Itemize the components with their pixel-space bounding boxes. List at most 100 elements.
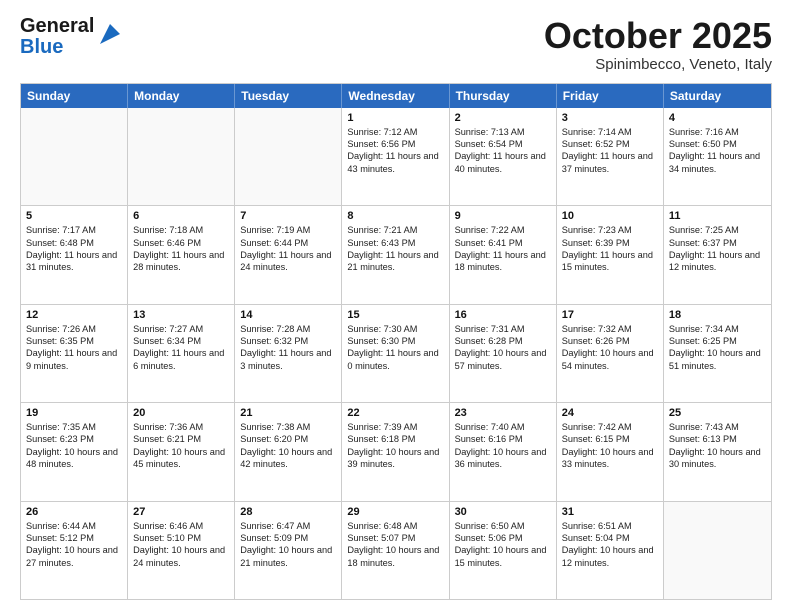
- sunset-text: Sunset: 6:30 PM: [347, 335, 443, 347]
- sunset-text: Sunset: 6:20 PM: [240, 433, 336, 445]
- day-cell-28: 28Sunrise: 6:47 AMSunset: 5:09 PMDayligh…: [235, 502, 342, 599]
- logo: General Blue: [20, 16, 124, 58]
- header-day-saturday: Saturday: [664, 84, 771, 108]
- sunrise-text: Sunrise: 7:38 AM: [240, 421, 336, 433]
- day-number: 31: [562, 506, 658, 518]
- daylight-text: Daylight: 11 hours and 6 minutes.: [133, 347, 229, 372]
- daylight-text: Daylight: 10 hours and 15 minutes.: [455, 544, 551, 569]
- month-title: October 2025: [544, 16, 772, 56]
- sunrise-text: Sunrise: 7:31 AM: [455, 323, 551, 335]
- day-cell-6: 6Sunrise: 7:18 AMSunset: 6:46 PMDaylight…: [128, 206, 235, 303]
- sunset-text: Sunset: 6:28 PM: [455, 335, 551, 347]
- sunset-text: Sunset: 5:07 PM: [347, 532, 443, 544]
- sunrise-text: Sunrise: 7:17 AM: [26, 224, 122, 236]
- sunset-text: Sunset: 6:48 PM: [26, 237, 122, 249]
- daylight-text: Daylight: 10 hours and 57 minutes.: [455, 347, 551, 372]
- day-cell-31: 31Sunrise: 6:51 AMSunset: 5:04 PMDayligh…: [557, 502, 664, 599]
- day-cell-30: 30Sunrise: 6:50 AMSunset: 5:06 PMDayligh…: [450, 502, 557, 599]
- sunset-text: Sunset: 5:12 PM: [26, 532, 122, 544]
- daylight-text: Daylight: 11 hours and 15 minutes.: [562, 249, 658, 274]
- day-number: 6: [133, 210, 229, 222]
- day-cell-18: 18Sunrise: 7:34 AMSunset: 6:25 PMDayligh…: [664, 305, 771, 402]
- day-cell-2: 2Sunrise: 7:13 AMSunset: 6:54 PMDaylight…: [450, 108, 557, 205]
- daylight-text: Daylight: 10 hours and 42 minutes.: [240, 446, 336, 471]
- sunset-text: Sunset: 6:43 PM: [347, 237, 443, 249]
- calendar-body: 1Sunrise: 7:12 AMSunset: 6:56 PMDaylight…: [21, 108, 771, 599]
- sunset-text: Sunset: 6:44 PM: [240, 237, 336, 249]
- daylight-text: Daylight: 11 hours and 3 minutes.: [240, 347, 336, 372]
- sunrise-text: Sunrise: 6:47 AM: [240, 520, 336, 532]
- empty-cell-0-2: [235, 108, 342, 205]
- daylight-text: Daylight: 10 hours and 12 minutes.: [562, 544, 658, 569]
- sunrise-text: Sunrise: 7:18 AM: [133, 224, 229, 236]
- daylight-text: Daylight: 11 hours and 0 minutes.: [347, 347, 443, 372]
- day-cell-29: 29Sunrise: 6:48 AMSunset: 5:07 PMDayligh…: [342, 502, 449, 599]
- header-day-sunday: Sunday: [21, 84, 128, 108]
- calendar-row-3: 19Sunrise: 7:35 AMSunset: 6:23 PMDayligh…: [21, 403, 771, 501]
- daylight-text: Daylight: 10 hours and 54 minutes.: [562, 347, 658, 372]
- day-cell-16: 16 Sunrise: 7:31 AMSunset: 6:28 PMDayligh…: [450, 305, 557, 402]
- header-day-thursday: Thursday: [450, 84, 557, 108]
- daylight-text: Daylight: 10 hours and 33 minutes.: [562, 446, 658, 471]
- day-number: 8: [347, 210, 443, 222]
- page: General Blue October 2025 Spinimbecco, V…: [0, 0, 792, 612]
- daylight-text: Daylight: 10 hours and 39 minutes.: [347, 446, 443, 471]
- calendar-header: SundayMondayTuesdayWednesdayThursdayFrid…: [21, 84, 771, 108]
- day-number: 26: [26, 506, 122, 518]
- header-day-monday: Monday: [128, 84, 235, 108]
- sunset-text: Sunset: 6:37 PM: [669, 237, 766, 249]
- sunrise-text: Sunrise: 7:25 AM: [669, 224, 766, 236]
- daylight-text: Daylight: 10 hours and 18 minutes.: [347, 544, 443, 569]
- sunset-text: Sunset: 6:50 PM: [669, 138, 766, 150]
- day-number: 17: [562, 309, 658, 321]
- logo-icon: [96, 20, 124, 48]
- sunset-text: Sunset: 6:56 PM: [347, 138, 443, 150]
- day-cell-17: 17Sunrise: 7:32 AMSunset: 6:26 PMDayligh…: [557, 305, 664, 402]
- sunrise-text: Sunrise: 7:28 AM: [240, 323, 336, 335]
- sunset-text: Sunset: 6:16 PM: [455, 433, 551, 445]
- daylight-text: Daylight: 10 hours and 48 minutes.: [26, 446, 122, 471]
- logo-general: General: [20, 15, 94, 37]
- day-number: 16: [455, 309, 551, 321]
- daylight-text: Daylight: 11 hours and 31 minutes.: [26, 249, 122, 274]
- day-number: 25: [669, 407, 766, 419]
- header-day-tuesday: Tuesday: [235, 84, 342, 108]
- day-cell-3: 3Sunrise: 7:14 AMSunset: 6:52 PMDaylight…: [557, 108, 664, 205]
- header: General Blue October 2025 Spinimbecco, V…: [20, 16, 772, 73]
- day-number: 4: [669, 112, 766, 124]
- day-cell-10: 10Sunrise: 7:23 AMSunset: 6:39 PMDayligh…: [557, 206, 664, 303]
- sunset-text: Sunset: 6:35 PM: [26, 335, 122, 347]
- daylight-text: Daylight: 10 hours and 27 minutes.: [26, 544, 122, 569]
- sunrise-text: Sunrise: 7:32 AM: [562, 323, 658, 335]
- daylight-text: Daylight: 11 hours and 28 minutes.: [133, 249, 229, 274]
- calendar-row-4: 26Sunrise: 6:44 AMSunset: 5:12 PMDayligh…: [21, 502, 771, 599]
- sunset-text: Sunset: 5:06 PM: [455, 532, 551, 544]
- daylight-text: Daylight: 10 hours and 36 minutes.: [455, 446, 551, 471]
- calendar-row-2: 12Sunrise: 7:26 AMSunset: 6:35 PMDayligh…: [21, 305, 771, 403]
- day-cell-13: 13Sunrise: 7:27 AMSunset: 6:34 PMDayligh…: [128, 305, 235, 402]
- sunset-text: Sunset: 6:15 PM: [562, 433, 658, 445]
- sunset-text: Sunset: 6:25 PM: [669, 335, 766, 347]
- sunrise-text: Sunrise: 7:16 AM: [669, 126, 766, 138]
- daylight-text: Daylight: 11 hours and 12 minutes.: [669, 249, 766, 274]
- sunrise-text: Sunrise: 7:43 AM: [669, 421, 766, 433]
- day-number: 27: [133, 506, 229, 518]
- day-cell-9: 9Sunrise: 7:22 AMSunset: 6:41 PMDaylight…: [450, 206, 557, 303]
- daylight-text: Daylight: 11 hours and 37 minutes.: [562, 150, 658, 175]
- day-cell-21: 21Sunrise: 7:38 AMSunset: 6:20 PMDayligh…: [235, 403, 342, 500]
- day-number: 14: [240, 309, 336, 321]
- day-cell-20: 20Sunrise: 7:36 AMSunset: 6:21 PMDayligh…: [128, 403, 235, 500]
- title-block: October 2025 Spinimbecco, Veneto, Italy: [544, 16, 772, 73]
- daylight-text: Daylight: 11 hours and 21 minutes.: [347, 249, 443, 274]
- day-number: 19: [26, 407, 122, 419]
- day-cell-7: 7Sunrise: 7:19 AMSunset: 6:44 PMDaylight…: [235, 206, 342, 303]
- day-cell-8: 8 Sunrise: 7:21 AMSunset: 6:43 PMDaylight…: [342, 206, 449, 303]
- day-number: 1: [347, 112, 443, 124]
- sunrise-text: Sunrise: 7:21 AM: [347, 224, 443, 236]
- day-cell-11: 11Sunrise: 7:25 AMSunset: 6:37 PMDayligh…: [664, 206, 771, 303]
- day-number: 15: [347, 309, 443, 321]
- sunrise-text: Sunrise: 7:30 AM: [347, 323, 443, 335]
- sunset-text: Sunset: 5:09 PM: [240, 532, 336, 544]
- sunset-text: Sunset: 6:34 PM: [133, 335, 229, 347]
- day-cell-14: 14Sunrise: 7:28 AMSunset: 6:32 PMDayligh…: [235, 305, 342, 402]
